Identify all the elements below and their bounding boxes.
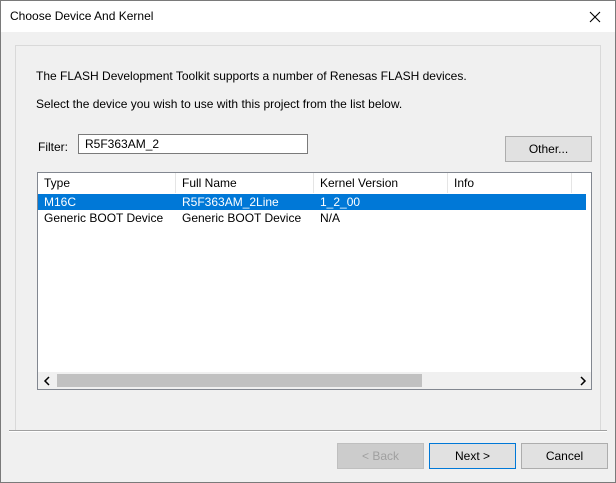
description-line-2: Select the device you wish to use with t… [36,97,403,111]
scroll-left-button[interactable] [38,372,55,389]
filter-label: Filter: [38,140,68,154]
chevron-right-icon [579,375,586,386]
dialog-window: Choose Device And Kernel The FLASH Devel… [0,0,616,483]
cell-full-name: R5F363AM_2Line [182,195,279,209]
cell-kernel-version: N/A [320,211,341,225]
window-title: Choose Device And Kernel [10,9,154,23]
column-header-full-name[interactable]: Full Name [176,173,314,193]
column-header-type[interactable]: Type [38,173,176,193]
close-icon [589,11,601,22]
filter-input[interactable] [78,134,308,154]
scroll-right-button[interactable] [574,372,591,389]
cell-type: Generic BOOT Device [44,211,164,225]
cancel-button[interactable]: Cancel [521,443,608,469]
column-header-info[interactable]: Info [448,173,572,193]
back-button[interactable]: < Back [337,443,424,469]
button-separator [9,430,607,432]
description-line-1: The FLASH Development Toolkit supports a… [36,69,467,83]
list-row[interactable]: M16C R5F363AM_2Line 1_2_00 [38,194,586,210]
device-list[interactable]: Type Full Name Kernel Version Info M16C … [37,172,592,390]
list-header: Type Full Name Kernel Version Info [38,173,591,193]
title-bar[interactable]: Choose Device And Kernel [1,1,615,32]
chevron-left-icon [43,375,50,386]
scroll-thumb[interactable] [57,374,422,387]
horizontal-scrollbar[interactable] [38,372,591,389]
list-row[interactable]: Generic BOOT Device Generic BOOT Device … [38,210,586,226]
dialog-content: The FLASH Development Toolkit supports a… [1,32,615,482]
cell-info [448,210,454,226]
cell-full-name: Generic BOOT Device [182,211,302,225]
cell-type: M16C [44,195,77,209]
cell-kernel-version: 1_2_00 [320,195,361,209]
close-button[interactable] [575,1,615,32]
next-button[interactable]: Next > [429,443,516,469]
other-button[interactable]: Other... [505,136,592,162]
column-header-kernel-version[interactable]: Kernel Version [314,173,448,193]
cell-info [448,194,454,210]
